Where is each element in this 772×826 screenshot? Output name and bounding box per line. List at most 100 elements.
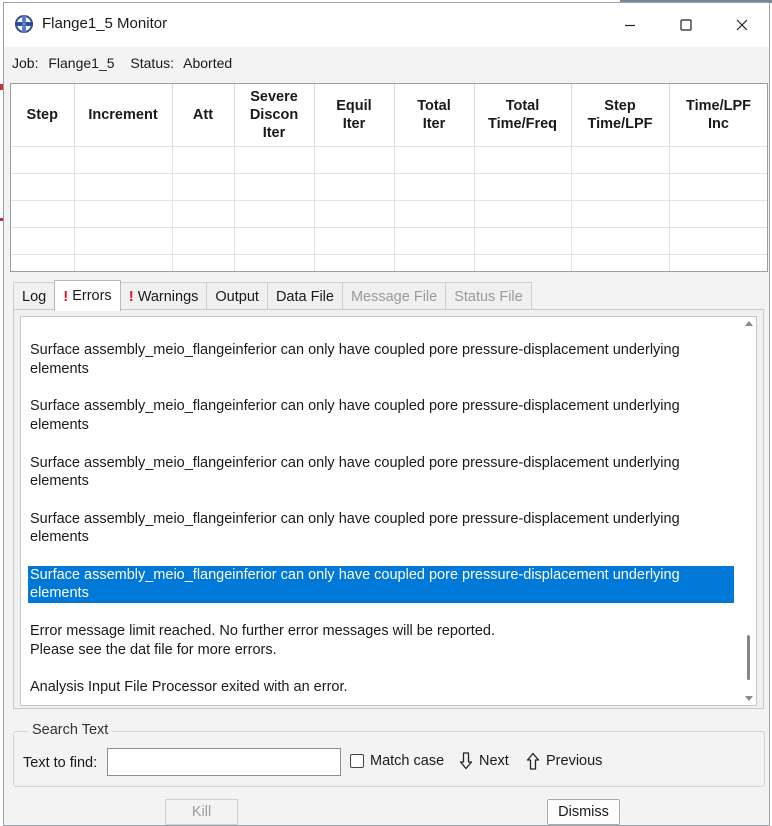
tab-label: Log [22,288,47,305]
maximize-button[interactable] [658,3,714,47]
text-to-find-label: Text to find: [23,755,98,771]
log-message[interactable]: Surface assembly_meio_flangeinferior can… [28,397,734,434]
tab-label: Warnings [137,288,199,305]
table-cell [314,227,395,255]
column-header[interactable]: Severe Discon Iter [234,84,315,147]
table-cell [314,146,395,174]
log-spacer [28,659,734,678]
log-line-partial: elements [28,317,734,323]
column-header[interactable]: Step Time/LPF [571,84,670,147]
column-header[interactable]: Increment [74,84,173,147]
log-message[interactable]: Surface assembly_meio_flangeinferior can… [28,565,734,604]
checkbox-box[interactable] [350,754,364,768]
table-cell [394,173,475,201]
table-cell [172,254,235,271]
table-cell [74,173,173,201]
table-cell [172,146,235,174]
column-header[interactable]: Total Time/Freq [474,84,572,147]
match-case-checkbox[interactable]: Match case [350,753,444,769]
errors-panel: elements Surface assembly_meio_flangeinf… [13,309,764,709]
tab-warnings[interactable]: ! Warnings [119,282,208,310]
search-group-legend: Search Text [28,722,113,738]
column-header[interactable]: Total Iter [394,84,475,147]
table-cell [314,254,395,271]
maximize-icon [680,19,692,31]
kill-button[interactable]: Kill [165,799,238,825]
table-cell [669,200,767,228]
window-title: Flange1_5 Monitor [42,15,168,32]
table-cell [234,173,315,201]
tab-message-file: Message File [341,282,447,310]
table-cell [172,227,235,255]
table-cell [474,173,572,201]
log-spacer [28,603,734,622]
log-spacer [28,547,734,566]
table-row [11,173,767,201]
scroll-up-arrow-icon[interactable] [745,321,753,326]
log-message[interactable]: Analysis Input File Processor exited wit… [28,678,734,697]
log-message[interactable]: Surface assembly_meio_flangeinferior can… [28,454,734,491]
table-cell [394,200,475,228]
table-cell [234,200,315,228]
next-button[interactable]: Next [459,752,509,770]
dismiss-button[interactable]: Dismiss [547,799,620,825]
app-icon [15,15,33,33]
table-cell [394,254,475,271]
table-cell [571,227,670,255]
match-case-label: Match case [370,753,445,769]
table-cell [172,200,235,228]
table-cell [474,227,572,255]
column-header[interactable]: Step [11,84,75,147]
tab-label: Data File [275,288,334,305]
error-indicator-icon: ! [128,288,134,305]
tab-log[interactable]: Log [13,282,56,310]
log-message[interactable]: Surface assembly_meio_flangeinferior can… [28,510,734,547]
table-cell [394,146,475,174]
log-message[interactable]: Error message limit reached. No further … [28,622,734,659]
table-cell [669,254,767,271]
column-header[interactable]: Equil Iter [314,84,395,147]
scroll-down-arrow-icon[interactable] [745,696,753,701]
table-cell [314,200,395,228]
table-cell [11,227,75,255]
previous-button[interactable]: Previous [526,752,602,770]
table-cell [571,254,670,271]
table-cell [11,254,75,271]
monitor-window: Flange1_5 Monitor Job: Flange1_5 Status:… [3,2,770,826]
minimize-button[interactable] [602,3,658,47]
table-cell [74,200,173,228]
column-header[interactable]: Time/LPF Inc [669,84,767,147]
close-icon [736,19,748,31]
job-label: Job: [12,55,39,71]
title-bar[interactable]: Flange1_5 Monitor [4,3,769,47]
status-value: Aborted [183,55,233,71]
table-row [11,254,767,271]
log-scrollbar[interactable] [742,317,756,705]
job-value: Flange1_5 [48,55,115,71]
table-row [11,227,767,255]
column-header[interactable]: Att [172,84,235,147]
table-cell [394,227,475,255]
table-cell [669,146,767,174]
log-spacer [28,323,734,342]
table-cell [172,173,235,201]
scroll-thumb[interactable] [747,635,750,680]
tab-output[interactable]: Output [206,282,268,310]
search-input[interactable] [107,748,341,776]
error-log[interactable]: elements Surface assembly_meio_flangeinf… [20,316,757,706]
table-cell [669,227,767,255]
table-cell [11,146,75,174]
table-cell [11,200,75,228]
tab-bar: Log! Errors! Warnings Output Data File Messag… [13,280,532,311]
table-cell [74,227,173,255]
table-body [11,146,767,271]
tab-errors[interactable]: ! Errors [54,280,121,311]
log-message[interactable]: Surface assembly_meio_flangeinferior can… [28,341,734,378]
tab-label: Output [215,288,259,305]
tab-status-file: Status File [445,282,532,310]
close-button[interactable] [714,3,770,47]
tab-label: Errors [72,288,112,304]
progress-table[interactable]: Step Increment Att Severe Discon Iter Equil … [10,83,768,272]
job-status-bar: Job: Flange1_5 Status: Aborted [12,55,238,71]
tab-data-file[interactable]: Data File [266,282,343,310]
